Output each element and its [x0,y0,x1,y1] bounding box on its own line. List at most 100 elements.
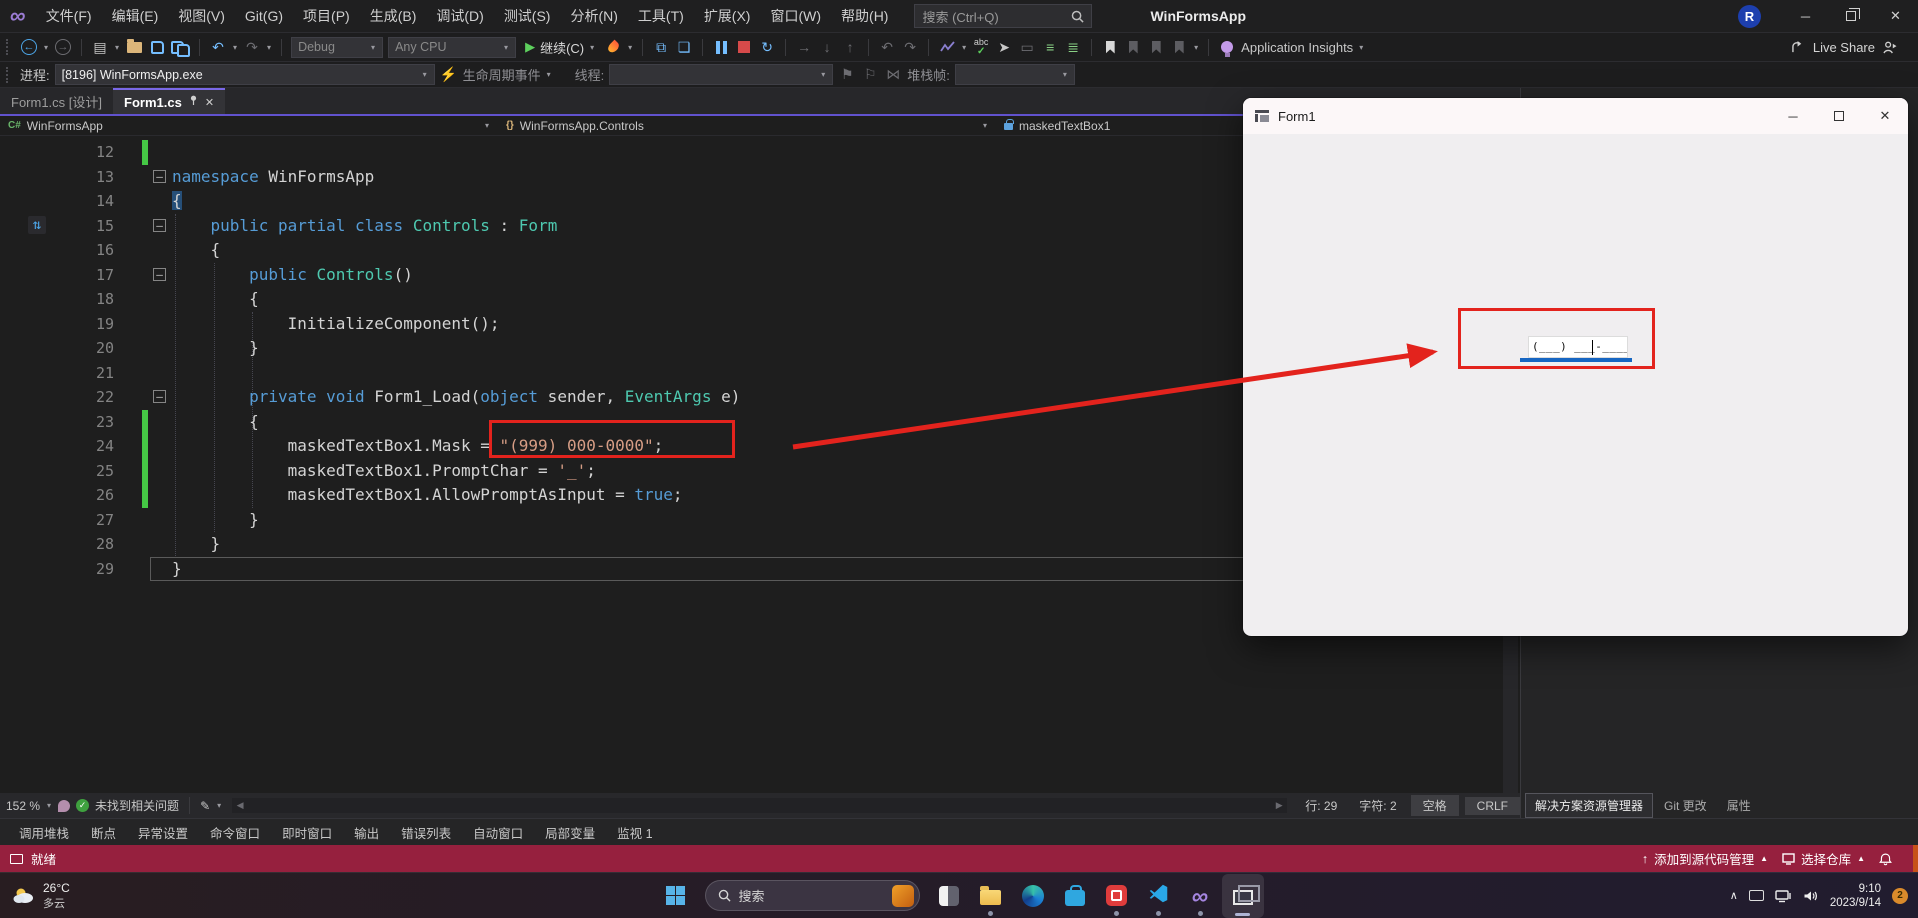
panel-tab-git-changes[interactable]: Git 更改 [1655,794,1716,817]
thread-dropdown[interactable]: ▾ [609,64,834,85]
application-insights-dropdown-icon[interactable]: ▾ [1359,43,1363,52]
bottom-tab-output[interactable]: 输出 [343,823,390,842]
menu-tools[interactable]: 工具(T) [628,0,694,32]
indent-increase-icon[interactable]: ≣ [1064,36,1082,58]
pin-tab-icon[interactable] [189,95,198,109]
document-tab-0[interactable]: Form1.cs [设计] [0,88,113,114]
select-repository-button[interactable]: 选择仓库 [1801,849,1851,868]
redo-dropdown-icon[interactable]: ▾ [267,43,271,52]
form-minimize-button[interactable]: ─ [1770,98,1816,134]
indent-decrease-icon[interactable]: ≡ [1041,36,1059,58]
save-icon[interactable] [148,36,166,58]
zoom-dropdown-icon[interactable]: ▾ [47,801,51,810]
eol-indicator[interactable]: CRLF [1464,796,1520,815]
menu-analyze[interactable]: 分析(N) [560,0,627,32]
bottom-tab-command-window[interactable]: 命令窗口 [199,823,271,842]
navigate-back-dropdown-icon[interactable]: ▾ [44,43,48,52]
menu-debug[interactable]: 调试(D) [426,0,493,32]
lifecycle-label[interactable]: 生命周期事件 [463,65,541,84]
application-insights-icon[interactable] [1218,36,1236,58]
panel-tab-properties[interactable]: 属性 [1718,794,1760,817]
speaker-icon[interactable] [1803,889,1819,903]
flag-icon[interactable]: ⚑ [838,64,856,86]
spaces-indicator[interactable]: 空格 [1410,795,1459,816]
notification-count-badge[interactable]: 2 [1892,887,1908,904]
taskbar-start-button[interactable] [655,874,697,918]
bottom-tab-breakpoints[interactable]: 断点 [80,823,127,842]
zoom-level[interactable]: 152 % [6,799,40,813]
editor-horizontal-scrollbar[interactable]: ◀ ▶ [232,798,1288,813]
bottom-tab-autos[interactable]: 自动窗口 [462,823,534,842]
open-file-icon[interactable] [125,36,143,58]
project-dropdown[interactable]: C# WinFormsApp ▾ [0,119,498,133]
fold-collapse-icon[interactable]: – [153,390,166,403]
menu-git[interactable]: Git(G) [235,0,293,32]
restore-button[interactable] [1828,0,1873,32]
new-project-icon[interactable]: ▤ [91,36,109,58]
save-all-icon[interactable] [171,36,191,58]
live-visual-tree-icon[interactable]: ⧉ [652,36,670,58]
show-next-statement-icon[interactable]: → [795,36,813,58]
taskbar-app-microsoft-store[interactable] [1054,874,1096,918]
menu-project[interactable]: 项目(P) [293,0,360,32]
break-all-icon[interactable] [712,36,730,58]
diagnostics-icon[interactable] [938,36,956,58]
navigate-back-icon[interactable]: ← [20,36,38,58]
menu-view[interactable]: 视图(V) [168,0,235,32]
taskbar-app-vs-code[interactable] [1138,874,1180,918]
undo-dropdown-icon[interactable]: ▾ [233,43,237,52]
bookmark-clear-icon[interactable] [1170,36,1188,58]
menu-extensions[interactable]: 扩展(X) [694,0,761,32]
minimize-button[interactable]: ─ [1783,0,1828,32]
menu-window[interactable]: 窗口(W) [760,0,831,32]
clock[interactable]: 9:10 2023/9/14 [1830,882,1881,910]
lifecycle-dropdown-icon[interactable]: ▾ [547,70,551,79]
bottom-tab-call-stack[interactable]: 调用堆栈 [8,823,80,842]
bookmark-next-icon[interactable] [1147,36,1165,58]
continue-button[interactable]: ▶ 继续(C) ▾ [521,38,599,57]
form-close-button[interactable]: ✕ [1862,98,1908,134]
live-share-label[interactable]: Live Share [1813,40,1875,55]
spell-check-icon[interactable]: abc ✓ [972,36,990,58]
menu-build[interactable]: 生成(B) [360,0,427,32]
tray-chevron-icon[interactable]: ∧ [1730,889,1738,902]
taskbar-search-box[interactable]: 搜索 [704,880,920,911]
menu-help[interactable]: 帮助(H) [831,0,898,32]
solution-platform-dropdown[interactable]: Any CPU ▾ [388,36,517,58]
stack-frame-dropdown[interactable]: ▾ [954,64,1075,85]
quick-search-box[interactable]: 搜索 (Ctrl+Q) [914,4,1093,28]
new-project-dropdown-icon[interactable]: ▾ [115,43,119,52]
stop-debugging-icon[interactable] [735,36,753,58]
debug-toolbar-grip[interactable] [6,66,11,83]
show-all-windows-icon[interactable]: ❏ [675,36,693,58]
taskbar-app-visual-studio[interactable]: ∞ [1180,874,1222,918]
close-button[interactable]: ✕ [1873,0,1918,32]
step-into-icon[interactable]: ↓ [818,36,836,58]
ime-icon[interactable] [1748,890,1764,901]
account-avatar[interactable]: R [1738,4,1761,28]
flag-outline-icon[interactable]: ⚐ [861,64,879,86]
scroll-left-icon[interactable]: ◀ [232,800,248,811]
menu-file[interactable]: 文件(F) [36,0,102,32]
notifications-bell-icon[interactable] [1879,852,1892,866]
navigate-forward-icon[interactable]: → [54,36,72,58]
add-to-source-control-button[interactable]: 添加到源代码管理 [1654,849,1754,868]
panel-tab-solution-explorer[interactable]: 解决方案资源管理器 [1525,793,1654,818]
hot-reload-dropdown-icon[interactable]: ▾ [628,43,632,52]
taskbar-app-task-view[interactable] [928,874,970,918]
restart-icon[interactable]: ↻ [758,36,776,58]
bottom-tab-error-list[interactable]: 错误列表 [390,823,462,842]
process-dropdown[interactable]: [8196] WinFormsApp.exe ▾ [54,64,435,85]
scroll-right-icon[interactable]: ▶ [1271,800,1287,811]
undo-secondary-icon[interactable]: ↶ [878,36,896,58]
step-out-icon[interactable]: ↑ [841,36,859,58]
fold-collapse-icon[interactable]: – [153,218,166,232]
bookmark-dropdown-icon[interactable]: ▾ [1194,43,1198,52]
hot-reload-icon[interactable] [604,36,622,58]
fold-collapse-icon[interactable]: – [153,169,166,183]
feedback-person-icon[interactable] [1882,41,1898,54]
form1-titlebar[interactable]: Form1 ─ ✕ [1243,98,1908,134]
feedback-icon[interactable] [58,799,71,812]
taskbar-app-red-media-app[interactable] [1096,874,1138,918]
document-tab-1[interactable]: Form1.cs ✕ [113,88,226,114]
